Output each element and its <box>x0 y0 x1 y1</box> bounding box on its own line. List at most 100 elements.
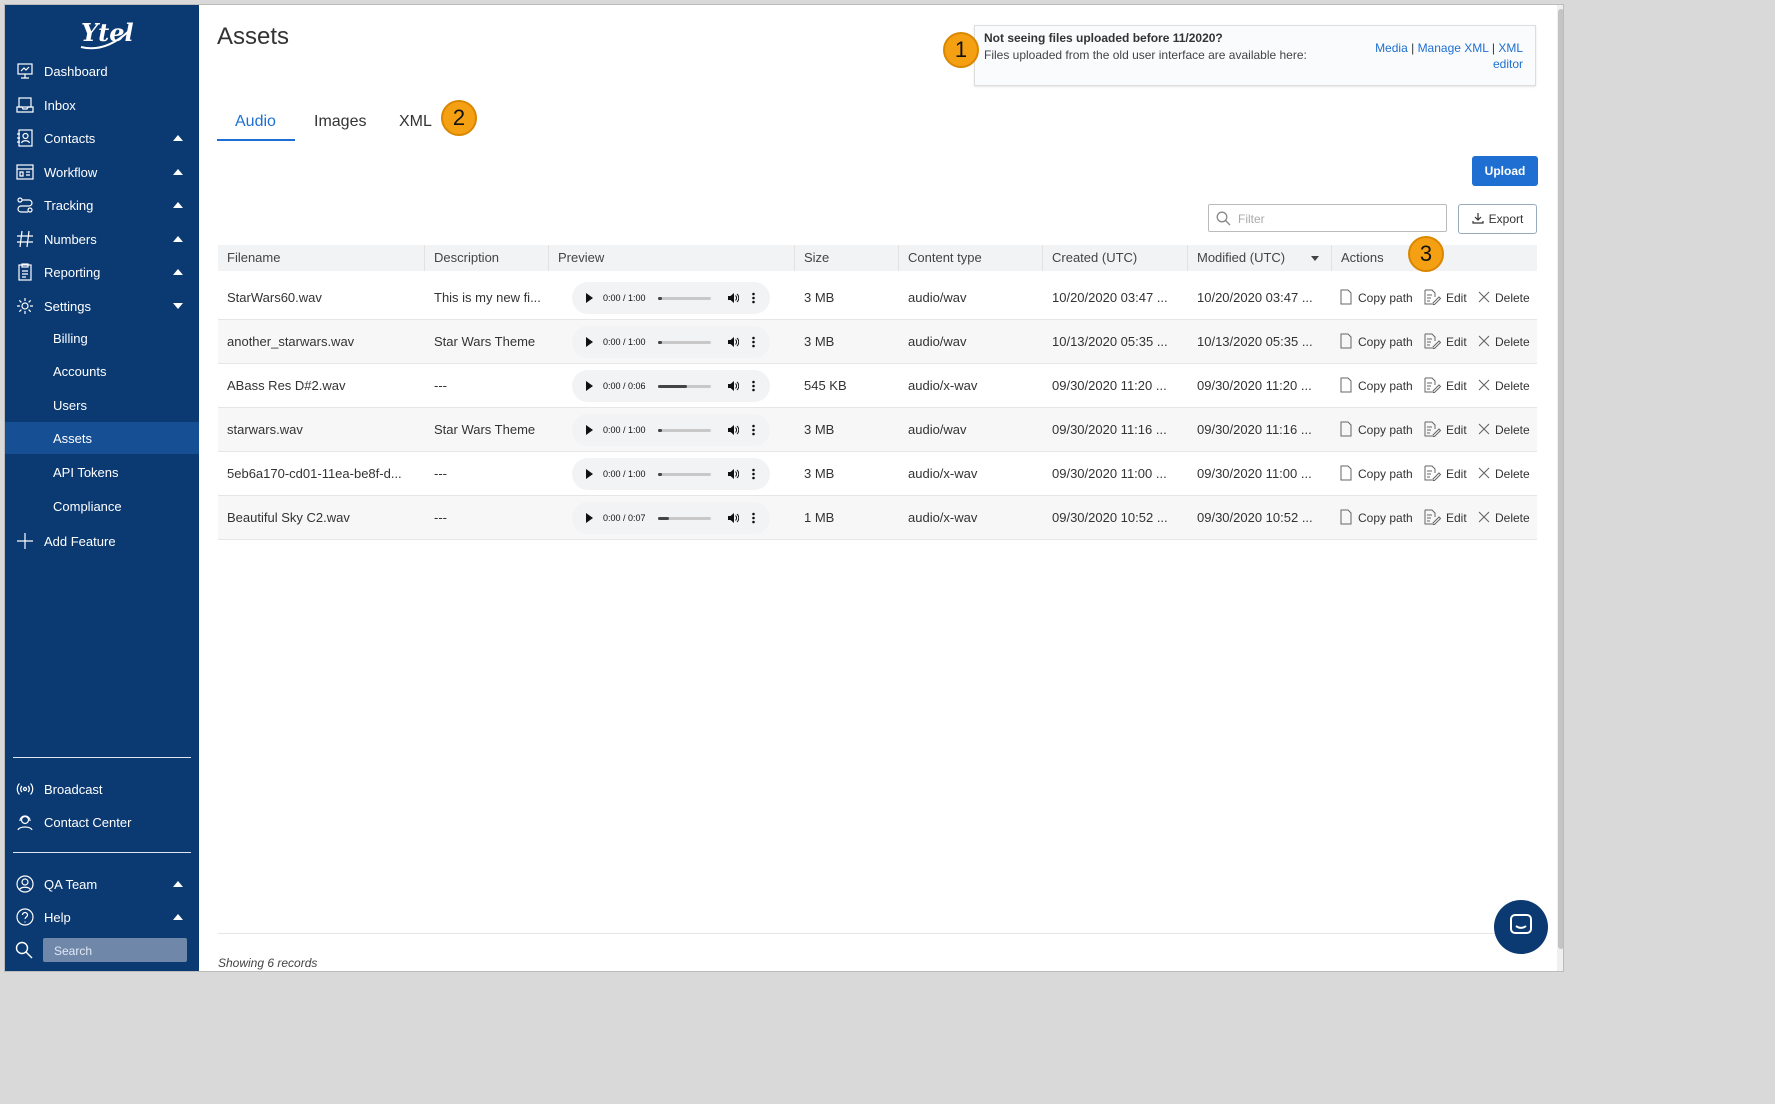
sidebar-item-settings[interactable]: Settings <box>5 291 199 321</box>
edit-button[interactable]: Edit <box>1423 364 1467 408</box>
table-row[interactable]: ABass Res D#2.wav --- 0:00 / 0:06 545 KB aud… <box>218 364 1537 408</box>
copy-path-button[interactable]: Copy path <box>1339 408 1413 452</box>
sort-desc-icon[interactable] <box>1311 256 1319 261</box>
audio-player[interactable]: 0:00 / 0:07 <box>572 502 770 534</box>
caret-up-icon[interactable] <box>173 236 183 242</box>
caret-up-icon[interactable] <box>173 881 183 887</box>
audio-player[interactable]: 0:00 / 1:00 <box>572 326 770 358</box>
delete-button[interactable]: Delete <box>1478 320 1530 364</box>
add-feature-button[interactable]: Add Feature <box>5 526 199 556</box>
sidebar-subitem-users[interactable]: Users <box>5 389 199 421</box>
more-options-icon[interactable] <box>752 379 755 393</box>
play-icon[interactable] <box>586 513 593 523</box>
delete-button[interactable]: Delete <box>1478 364 1530 408</box>
sidebar-item-contacts[interactable]: Contacts <box>5 123 199 153</box>
edit-button[interactable]: Edit <box>1423 276 1467 320</box>
audio-seek-slider[interactable] <box>658 341 711 344</box>
caret-up-icon[interactable] <box>173 914 183 920</box>
volume-icon[interactable] <box>727 336 740 348</box>
xml-editor-link[interactable]: XML editor <box>1493 41 1523 71</box>
play-icon[interactable] <box>586 381 593 391</box>
copy-path-button[interactable]: Copy path <box>1339 452 1413 496</box>
sidebar-search-input[interactable]: Search <box>43 938 187 962</box>
sidebar-item-tracking[interactable]: Tracking <box>5 190 199 220</box>
delete-button[interactable]: Delete <box>1478 276 1530 320</box>
column-header-description[interactable]: Description <box>425 245 549 271</box>
column-header-modified[interactable]: Modified (UTC) <box>1188 245 1332 271</box>
audio-player[interactable]: 0:00 / 1:00 <box>572 414 770 446</box>
play-icon[interactable] <box>586 469 593 479</box>
audio-seek-slider[interactable] <box>658 429 711 432</box>
audio-seek-slider[interactable] <box>658 297 711 300</box>
caret-down-icon[interactable] <box>173 303 183 309</box>
caret-up-icon[interactable] <box>173 202 183 208</box>
sidebar-item-broadcast[interactable]: Broadcast <box>5 774 199 804</box>
sidebar-item-numbers[interactable]: Numbers <box>5 224 199 254</box>
column-header-size[interactable]: Size <box>795 245 899 271</box>
table-row[interactable]: Beautiful Sky C2.wav --- 0:00 / 0:07 1 MB au… <box>218 496 1537 540</box>
copy-path-button[interactable]: Copy path <box>1339 276 1413 320</box>
copy-path-button[interactable]: Copy path <box>1339 364 1413 408</box>
copy-path-button[interactable]: Copy path <box>1339 496 1413 540</box>
play-icon[interactable] <box>586 425 593 435</box>
more-options-icon[interactable] <box>752 467 755 481</box>
sidebar-subitem-billing[interactable]: Billing <box>5 322 199 354</box>
filter-input[interactable]: Filter <box>1208 204 1447 232</box>
table-row[interactable]: 5eb6a170-cd01-11ea-be8f-d... --- 0:00 / 1:… <box>218 452 1537 496</box>
table-row[interactable]: starwars.wav Star Wars Theme 0:00 / 1:00 3 … <box>218 408 1537 452</box>
column-header-preview[interactable]: Preview <box>549 245 795 271</box>
tab-audio[interactable]: Audio <box>217 105 295 141</box>
sidebar-item-contact-center[interactable]: Contact Center <box>5 807 199 837</box>
edit-button[interactable]: Edit <box>1423 320 1467 364</box>
sidebar-item-dashboard[interactable]: Dashboard <box>5 56 199 86</box>
delete-button[interactable]: Delete <box>1478 408 1530 452</box>
audio-seek-slider[interactable] <box>658 473 711 476</box>
sidebar-subitem-api-tokens[interactable]: API Tokens <box>5 456 199 488</box>
volume-icon[interactable] <box>727 380 740 392</box>
manage-xml-link[interactable]: Manage XML <box>1418 41 1489 55</box>
sidebar-item-team[interactable]: QA Team <box>5 869 199 899</box>
play-icon[interactable] <box>586 293 593 303</box>
tab-xml[interactable]: XML <box>399 105 432 141</box>
sidebar-subitem-assets[interactable]: Assets <box>5 422 199 454</box>
sidebar-subitem-compliance[interactable]: Compliance <box>5 490 199 522</box>
caret-up-icon[interactable] <box>173 135 183 141</box>
column-header-created[interactable]: Created (UTC) <box>1043 245 1188 271</box>
more-options-icon[interactable] <box>752 511 755 525</box>
sidebar-item-inbox[interactable]: Inbox <box>5 90 199 120</box>
audio-seek-slider[interactable] <box>658 517 711 520</box>
caret-up-icon[interactable] <box>173 169 183 175</box>
play-icon[interactable] <box>586 337 593 347</box>
volume-icon[interactable] <box>727 424 740 436</box>
delete-button[interactable]: Delete <box>1478 452 1530 496</box>
media-link[interactable]: Media <box>1375 41 1408 55</box>
column-header-filename[interactable]: Filename <box>218 245 425 271</box>
sidebar-item-help[interactable]: Help <box>5 902 199 932</box>
more-options-icon[interactable] <box>752 291 755 305</box>
sidebar-item-workflow[interactable]: Workflow <box>5 157 199 187</box>
column-header-content-type[interactable]: Content type <box>899 245 1043 271</box>
edit-button[interactable]: Edit <box>1423 452 1467 496</box>
vertical-scrollbar[interactable] <box>1557 5 1563 971</box>
volume-icon[interactable] <box>727 292 740 304</box>
scrollbar-thumb[interactable] <box>1558 9 1563 949</box>
table-row[interactable]: another_starwars.wav Star Wars Theme 0:00 … <box>218 320 1537 364</box>
more-options-icon[interactable] <box>752 335 755 349</box>
edit-button[interactable]: Edit <box>1423 496 1467 540</box>
audio-player[interactable]: 0:00 / 1:00 <box>572 458 770 490</box>
ytel-logo[interactable]: Ytel <box>75 13 135 53</box>
export-button[interactable]: Export <box>1458 204 1537 234</box>
sidebar-subitem-accounts[interactable]: Accounts <box>5 355 199 387</box>
table-row[interactable]: StarWars60.wav This is my new fi... 0:00 /… <box>218 276 1537 320</box>
caret-up-icon[interactable] <box>173 269 183 275</box>
volume-icon[interactable] <box>727 468 740 480</box>
chat-launcher-button[interactable] <box>1494 900 1548 954</box>
tab-images[interactable]: Images <box>314 105 366 141</box>
edit-button[interactable]: Edit <box>1423 408 1467 452</box>
more-options-icon[interactable] <box>752 423 755 437</box>
upload-button[interactable]: Upload <box>1472 156 1538 186</box>
volume-icon[interactable] <box>727 512 740 524</box>
audio-seek-slider[interactable] <box>658 385 711 388</box>
audio-player[interactable]: 0:00 / 1:00 <box>572 282 770 314</box>
sidebar-item-reporting[interactable]: Reporting <box>5 257 199 287</box>
